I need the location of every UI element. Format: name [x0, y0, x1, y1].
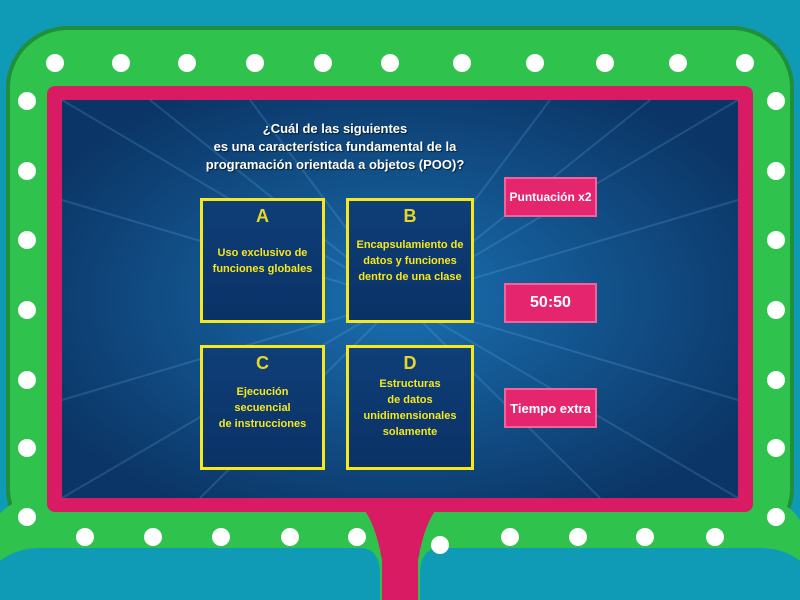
- double-points-button[interactable]: Puntuación x2: [504, 177, 597, 217]
- answer-b-button[interactable]: B Encapsulamiento de datos y funciones d…: [346, 198, 474, 323]
- fifty-fifty-button[interactable]: 50:50: [504, 283, 597, 323]
- answer-a-text: Uso exclusivo de funciones globales: [212, 246, 313, 275]
- answer-c-button[interactable]: C Ejecución secuencial de instrucciones: [200, 345, 325, 470]
- answer-d-text: Estructuras de datos unidimensionales so…: [363, 377, 457, 438]
- answer-c-text: Ejecución secuencial de instrucciones: [218, 385, 307, 430]
- question-text: ¿Cuál de las siguientes es una caracterí…: [205, 121, 465, 172]
- extra-time-button[interactable]: Tiempo extra: [504, 388, 597, 428]
- answer-b-text: Encapsulamiento de datos y funciones den…: [356, 238, 464, 283]
- answer-a-button[interactable]: A Uso exclusivo de funciones globales: [200, 198, 325, 323]
- answer-d-button[interactable]: D Estructuras de datos unidimensionales …: [346, 345, 474, 470]
